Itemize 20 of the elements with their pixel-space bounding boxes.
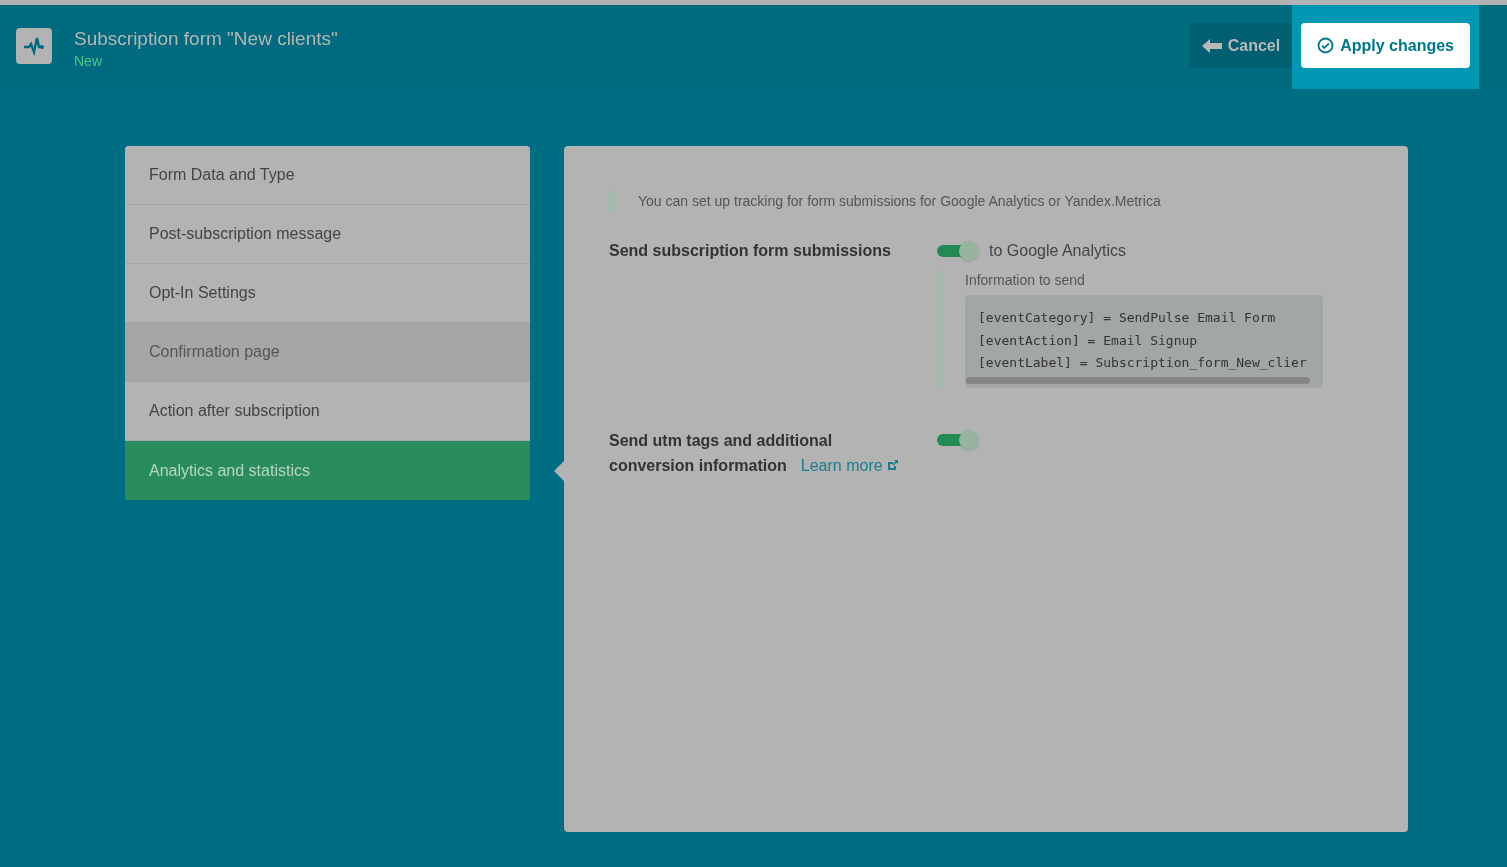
- toggle-label: to Google Analytics: [989, 240, 1126, 261]
- toggle-switch[interactable]: [937, 240, 979, 261]
- check-circle-icon: [1317, 37, 1335, 54]
- sidebar-item[interactable]: Confirmation page: [125, 323, 530, 382]
- details-title: Information to send: [965, 271, 1086, 289]
- form-title: Subscription form "New clients": [74, 27, 338, 51]
- sidebar-item[interactable]: Analytics and statistics: [125, 441, 530, 500]
- setting-label: Send utm tags and additional conversion information Learn more: [609, 427, 909, 478]
- code-block: [eventCategory] = SendPulse Email Form [eventAction] = Email Signup [eventLabel] = Subscription_form_New_clier: [965, 295, 1323, 388]
- arrow-left-icon: [1201, 37, 1222, 54]
- scrollbar[interactable]: [966, 376, 1310, 384]
- info-note: You can set up tracking for form submissions for Google Analytics or Yandex.Metrica: [609, 191, 1363, 212]
- pulse-logo-icon: [16, 28, 52, 64]
- toggle-switch[interactable]: [937, 430, 979, 450]
- form-status: New: [74, 52, 103, 71]
- cancel-button[interactable]: Cancel: [1189, 23, 1293, 68]
- setting-label: Send subscription form submissions: [609, 241, 891, 261]
- apply-button[interactable]: Apply changes: [1301, 23, 1470, 68]
- external-link-icon: [886, 459, 899, 471]
- sidebar-item[interactable]: Form Data and Type: [125, 146, 530, 205]
